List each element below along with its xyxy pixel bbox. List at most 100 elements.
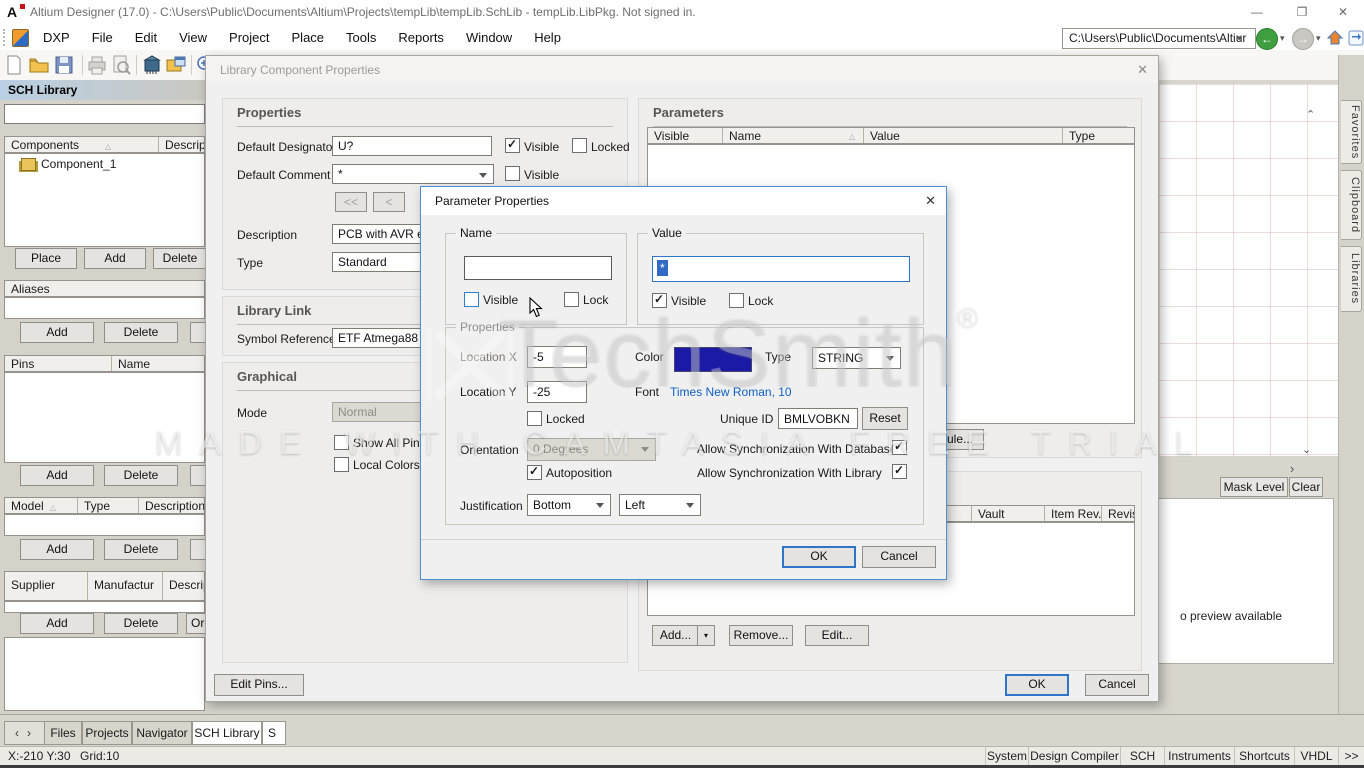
library-dialog-cancel-button[interactable]: Cancel xyxy=(1085,674,1149,696)
delete-pin-button[interactable]: Delete xyxy=(104,465,178,486)
scroll-up-icon[interactable]: ⌃ xyxy=(1306,108,1315,121)
tab-libraries[interactable]: Libraries xyxy=(1341,246,1362,312)
minimize-button[interactable]: — xyxy=(1240,0,1274,25)
vault-column[interactable]: Vault xyxy=(972,506,1045,521)
menu-view[interactable]: View xyxy=(168,25,218,50)
justification-horizontal-dropdown[interactable]: Left xyxy=(619,494,701,516)
add-component-button[interactable]: Add xyxy=(84,248,146,269)
back-button[interactable]: ← xyxy=(1256,28,1278,50)
forward-dropdown-icon[interactable]: ▾ xyxy=(1316,33,1321,44)
nav-previous-button[interactable]: < xyxy=(373,192,405,212)
add-pin-button[interactable]: Add xyxy=(20,465,94,486)
autoposition-checkbox[interactable] xyxy=(527,465,542,480)
status-vhdl-button[interactable]: VHDL xyxy=(1294,747,1338,766)
restore-button[interactable]: ❐ xyxy=(1285,0,1319,25)
scroll-down-icon[interactable]: ⌄ xyxy=(1302,443,1311,456)
param-name-column[interactable]: Name△ xyxy=(723,128,864,143)
tab-scroll-arrows[interactable]: ‹› xyxy=(4,721,46,745)
location-x-input[interactable] xyxy=(527,346,587,368)
menu-place[interactable]: Place xyxy=(281,25,336,50)
comment-visible-checkbox[interactable] xyxy=(505,166,520,181)
new-document-icon[interactable] xyxy=(4,54,26,76)
component-name[interactable]: Component_1 xyxy=(41,157,116,171)
model-list[interactable] xyxy=(4,514,205,536)
open-folder-icon[interactable] xyxy=(28,54,50,76)
menu-window[interactable]: Window xyxy=(455,25,523,50)
item-rev-column[interactable]: Item Rev... xyxy=(1045,506,1102,521)
tab-favorites[interactable]: Favorites xyxy=(1341,100,1362,164)
aliases-list[interactable] xyxy=(4,297,205,319)
parameter-name-input[interactable] xyxy=(464,256,612,280)
param-locked-checkbox[interactable] xyxy=(527,411,542,426)
pin-name-column-header[interactable]: Name xyxy=(112,356,204,371)
clear-button[interactable]: Clear xyxy=(1289,477,1323,497)
status-design-compiler-button[interactable]: Design Compiler xyxy=(1028,747,1120,766)
value-visible-checkbox[interactable] xyxy=(652,293,667,308)
component-filter-input[interactable] xyxy=(4,104,205,124)
add-as-rule-button[interactable]: ule... xyxy=(943,429,984,450)
menu-dxp[interactable]: DXP xyxy=(32,25,81,50)
components-list[interactable]: Component_1 xyxy=(4,153,205,247)
value-lock-checkbox[interactable] xyxy=(729,293,744,308)
menu-tools[interactable]: Tools xyxy=(335,25,387,50)
dxp-icon[interactable] xyxy=(12,29,29,47)
delete-model-button[interactable]: Delete xyxy=(104,539,178,560)
components-column-header[interactable]: Components△ xyxy=(5,137,159,152)
delete-supplier-button[interactable]: Delete xyxy=(104,613,178,634)
status-system-button[interactable]: System xyxy=(985,747,1028,766)
pins-list-header[interactable]: Pins Name xyxy=(4,355,205,372)
status-sch-button[interactable]: SCH xyxy=(1120,747,1164,766)
manufacturer-column-header[interactable]: Manufactur xyxy=(88,572,163,600)
show-all-pins-checkbox[interactable] xyxy=(334,435,349,450)
model-type-column-header[interactable]: Type xyxy=(78,498,139,513)
folder-window-icon[interactable] xyxy=(165,54,187,76)
param-type-dropdown[interactable]: STRING xyxy=(812,347,901,369)
default-designator-input[interactable] xyxy=(332,136,492,156)
edit-model-button[interactable]: Edit... xyxy=(805,625,869,646)
nav-first-button[interactable]: << xyxy=(335,192,367,212)
param-dialog-titlebar[interactable]: Parameter Properties ✕ xyxy=(421,187,946,215)
add-model-dropdown-icon[interactable]: ▾ xyxy=(697,625,715,646)
library-dialog-close-icon[interactable]: ✕ xyxy=(1137,56,1148,84)
unique-id-input[interactable] xyxy=(778,408,858,429)
orientation-dropdown[interactable]: 0 Degrees xyxy=(527,438,656,461)
menu-edit[interactable]: Edit xyxy=(124,25,168,50)
back-dropdown-icon[interactable]: ▾ xyxy=(1280,33,1285,44)
place-button[interactable]: Place xyxy=(15,248,77,269)
tab-clipboard[interactable]: Clipboard xyxy=(1341,170,1362,240)
save-icon[interactable] xyxy=(54,54,76,76)
sync-library-checkbox[interactable] xyxy=(892,464,907,479)
bottom-list[interactable] xyxy=(4,637,205,711)
component-chip-icon[interactable] xyxy=(141,54,163,76)
param-dialog-close-icon[interactable]: ✕ xyxy=(925,187,936,215)
library-dialog-titlebar[interactable]: Library Component Properties ✕ xyxy=(206,56,1158,84)
mask-level-button[interactable]: Mask Level xyxy=(1220,477,1288,497)
param-color-swatch[interactable] xyxy=(674,347,752,372)
library-dialog-ok-button[interactable]: OK xyxy=(1005,674,1069,696)
param-visible-column[interactable]: Visible xyxy=(648,128,723,143)
reset-button[interactable]: Reset xyxy=(862,407,908,430)
justification-vertical-dropdown[interactable]: Bottom xyxy=(527,494,611,516)
menu-reports[interactable]: Reports xyxy=(387,25,455,50)
param-dialog-cancel-button[interactable]: Cancel xyxy=(862,546,936,568)
model-description-column-header[interactable]: Description xyxy=(139,498,204,513)
forward-button[interactable]: → xyxy=(1292,28,1314,50)
model-column-header[interactable]: Model△ xyxy=(5,498,78,513)
sync-icon[interactable] xyxy=(1348,29,1364,50)
name-visible-checkbox[interactable] xyxy=(464,292,479,307)
add-model-button[interactable]: Add... xyxy=(652,625,699,646)
menu-project[interactable]: Project xyxy=(218,25,280,50)
delete-component-button[interactable]: Delete xyxy=(153,248,207,269)
parameter-value-input[interactable]: * xyxy=(652,256,910,282)
status-shortcuts-button[interactable]: Shortcuts xyxy=(1234,747,1294,766)
sync-database-checkbox[interactable] xyxy=(892,440,907,455)
location-y-input[interactable] xyxy=(527,381,587,403)
menu-help[interactable]: Help xyxy=(523,25,572,50)
pins-list[interactable] xyxy=(4,372,205,463)
pins-column-header[interactable]: Pins xyxy=(5,356,112,371)
designator-locked-checkbox[interactable] xyxy=(572,138,587,153)
tab-clipped[interactable]: S xyxy=(262,721,286,745)
tab-files[interactable]: Files xyxy=(44,721,82,745)
supplier-list[interactable] xyxy=(4,601,205,613)
remove-model-button[interactable]: Remove... xyxy=(729,625,793,646)
